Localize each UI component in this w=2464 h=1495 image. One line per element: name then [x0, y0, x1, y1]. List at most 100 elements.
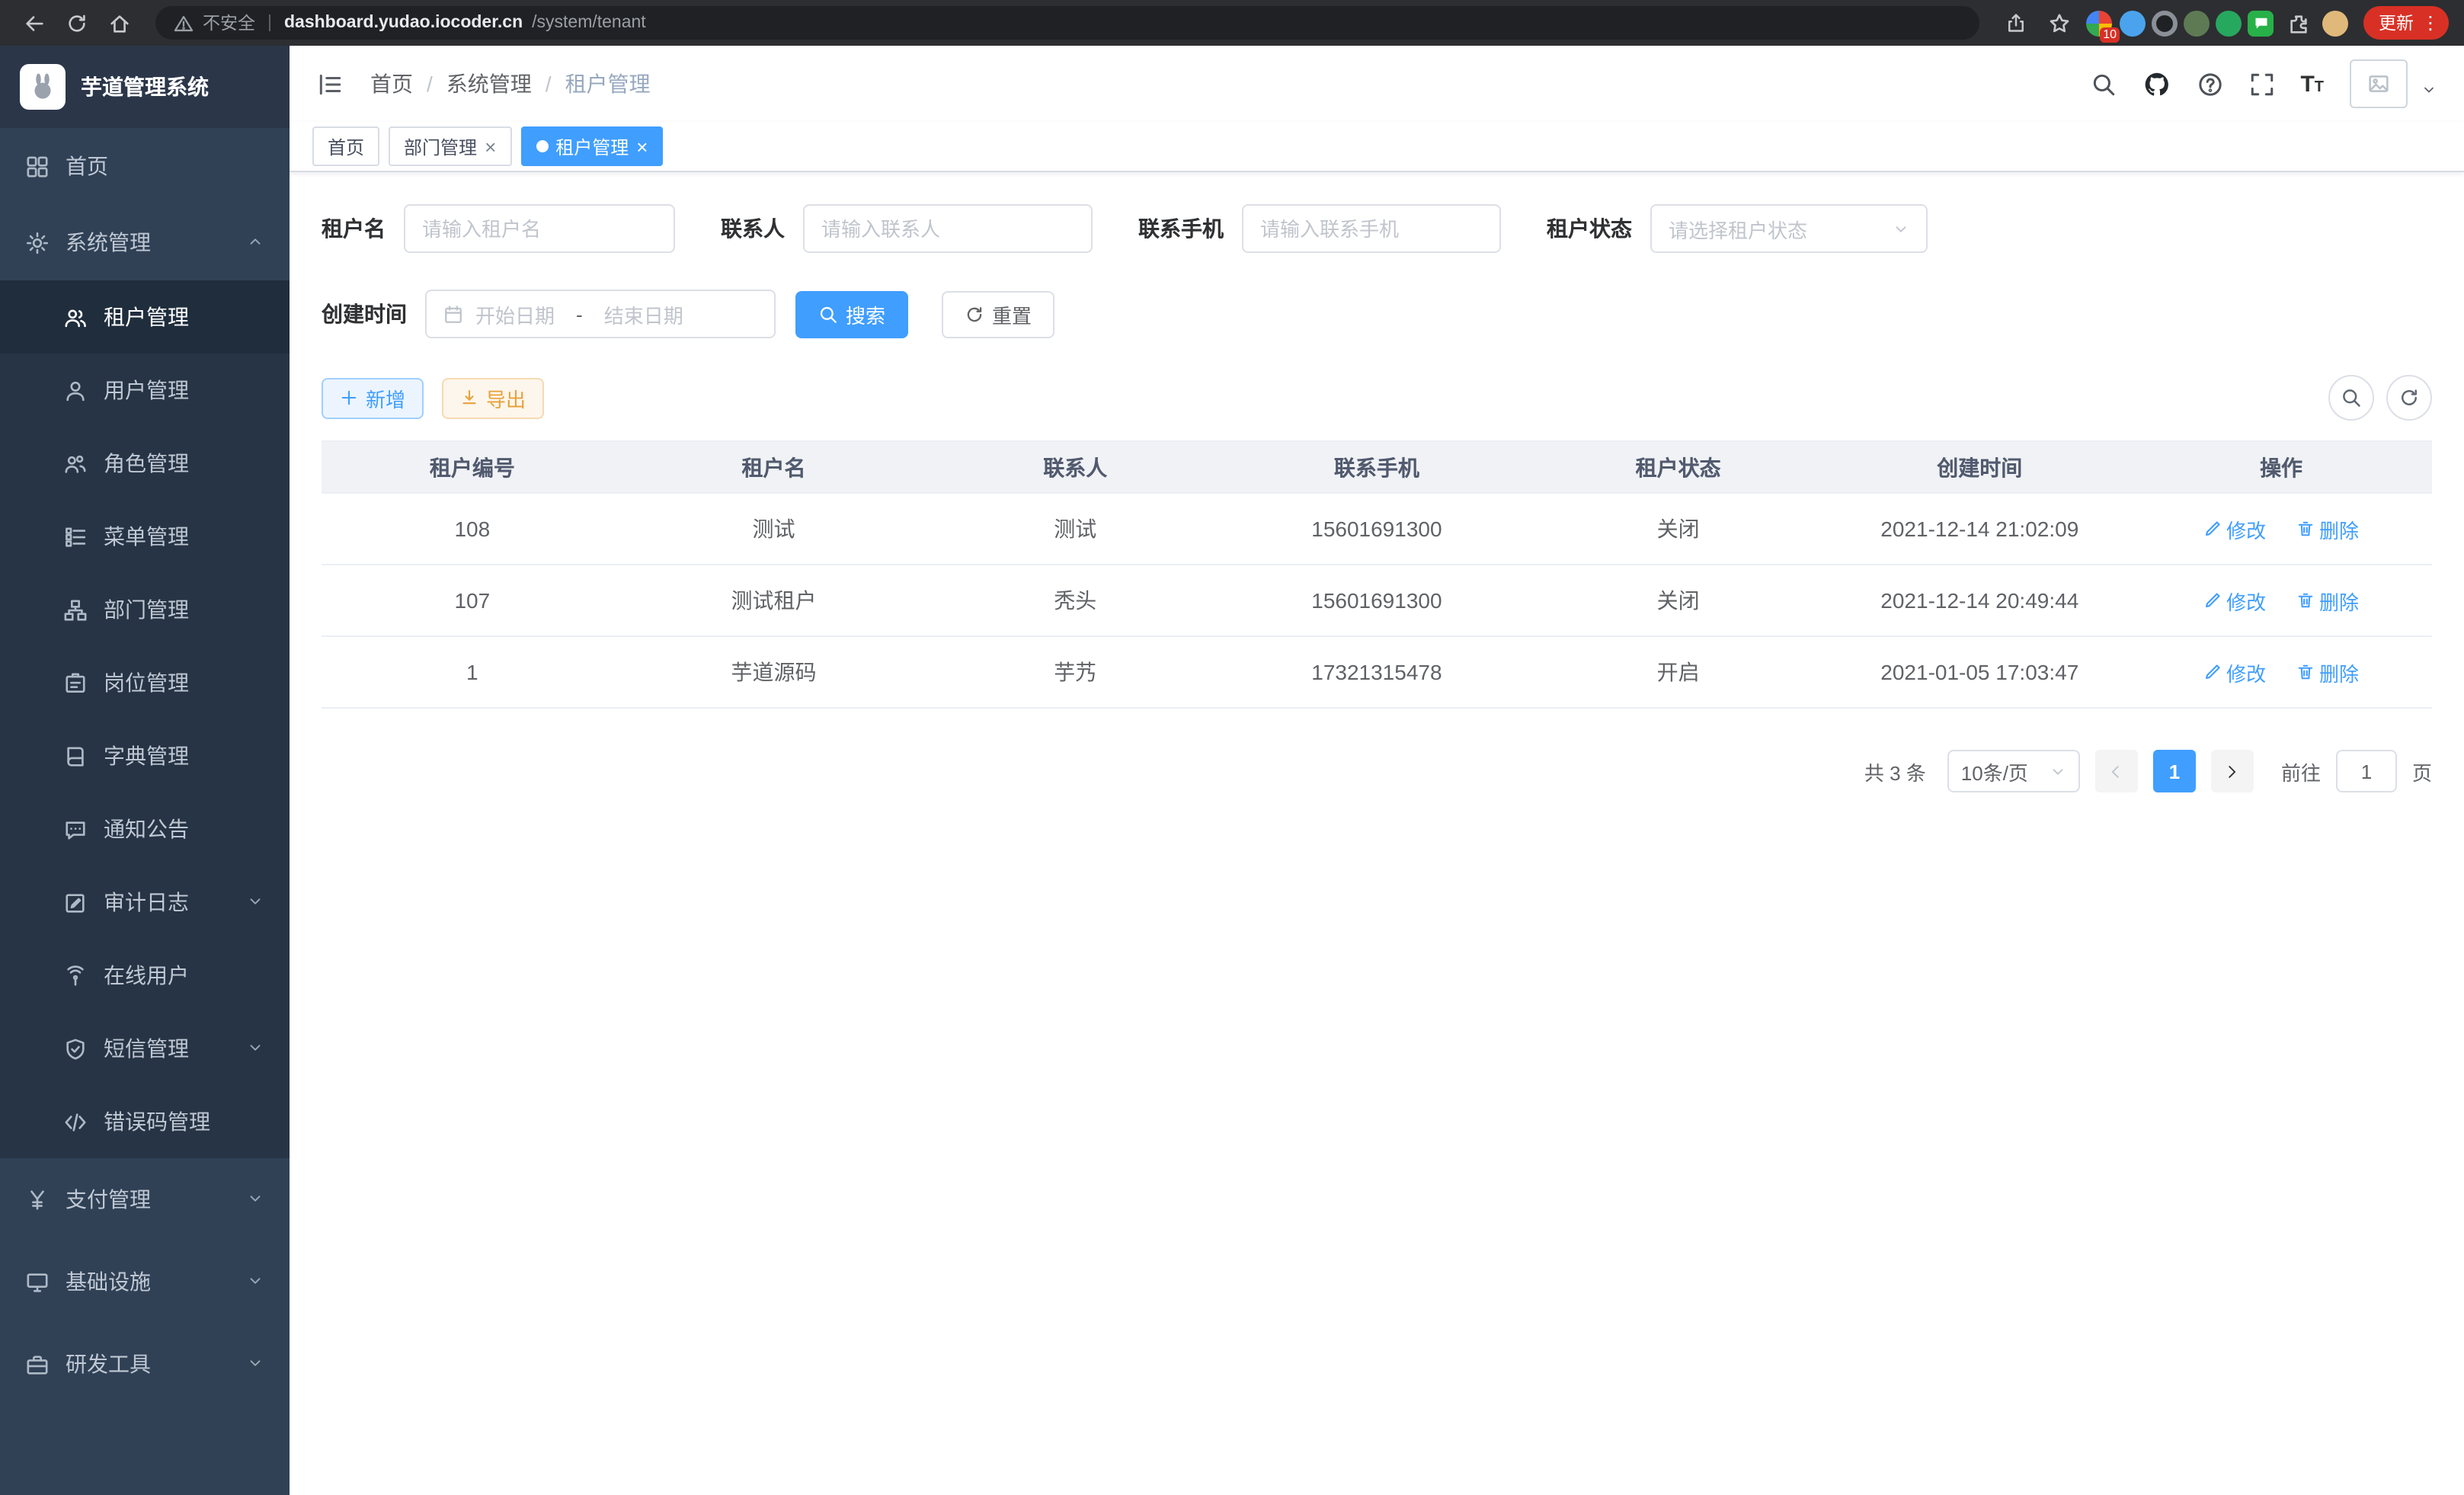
- omnibox-divider: |: [267, 14, 272, 32]
- tabs-bar: 首页 部门管理 × 租户管理 ×: [290, 122, 2464, 172]
- add-button[interactable]: 新增: [322, 377, 424, 418]
- breadcrumb-home[interactable]: 首页: [370, 69, 413, 99]
- tenant-name-input[interactable]: [422, 217, 657, 240]
- search-icon[interactable]: [2090, 71, 2116, 97]
- pagination: 共 3 条 10条/页 1 前往 页: [322, 750, 2432, 792]
- contact-input[interactable]: [821, 217, 1074, 240]
- sidebar-item-role[interactable]: 角色管理: [0, 427, 290, 500]
- extension-blue-icon[interactable]: [2120, 10, 2146, 36]
- sidebar-item-payment[interactable]: 支付管理: [0, 1158, 290, 1240]
- not-secure-warning-icon[interactable]: [174, 13, 194, 33]
- collapse-sidebar-icon[interactable]: [317, 71, 343, 97]
- edit-link[interactable]: 修改: [2203, 658, 2266, 687]
- sidebar-item-online-user[interactable]: 在线用户: [0, 939, 290, 1012]
- sidebar-item-audit-log[interactable]: 审计日志: [0, 866, 290, 939]
- tab-close-icon[interactable]: ×: [485, 136, 496, 156]
- back-icon[interactable]: [15, 5, 52, 41]
- delete-label: 删除: [2319, 586, 2359, 615]
- tenant-name-field: [404, 204, 675, 253]
- reload-icon[interactable]: [58, 5, 94, 41]
- help-icon[interactable]: [2197, 71, 2222, 97]
- edit-link[interactable]: 修改: [2203, 586, 2266, 615]
- refresh-button[interactable]: [2386, 375, 2432, 421]
- add-button-label: 新增: [366, 383, 405, 412]
- fullscreen-icon[interactable]: [2248, 71, 2274, 97]
- cell-tenant-id: 1: [322, 636, 623, 708]
- chevron-down-icon: [1893, 220, 1909, 237]
- sidebar-item-user[interactable]: 用户管理: [0, 354, 290, 427]
- sidebar-item-dict[interactable]: 字典管理: [0, 719, 290, 792]
- phone-label: 联系手机: [1138, 213, 1224, 244]
- update-button[interactable]: 更新 ⋮: [2363, 6, 2449, 40]
- breadcrumb-separator: /: [546, 72, 552, 96]
- caret-down-icon[interactable]: [2421, 78, 2437, 108]
- tenant-status-select[interactable]: 请选择租户状态: [1650, 204, 1928, 253]
- sidebar-item-error-code[interactable]: 错误码管理: [0, 1085, 290, 1158]
- sidebar-item-home[interactable]: 首页: [0, 128, 290, 204]
- cell-created: 2021-01-05 17:03:47: [1829, 636, 2130, 708]
- end-date-placeholder: 结束日期: [604, 299, 683, 328]
- sidebar-item-sms[interactable]: 短信管理: [0, 1012, 290, 1085]
- goto-page-input[interactable]: [2336, 750, 2397, 792]
- page-number-1[interactable]: 1: [2153, 750, 2196, 792]
- delete-link[interactable]: 删除: [2296, 658, 2359, 687]
- search-button[interactable]: 搜索: [795, 290, 908, 338]
- export-button[interactable]: 导出: [442, 377, 544, 418]
- share-icon[interactable]: [1998, 5, 2034, 41]
- address-bar[interactable]: 不安全 | dashboard.yudao.iocoder.cn /system…: [155, 6, 1979, 40]
- sidebar-item-infrastructure[interactable]: 基础设施: [0, 1240, 290, 1323]
- date-separator: -: [576, 303, 583, 325]
- extension-colorful-icon[interactable]: 10: [2083, 8, 2114, 38]
- extensions-puzzle-icon[interactable]: [2280, 5, 2316, 41]
- create-time-range-picker[interactable]: 开始日期 - 结束日期: [425, 290, 776, 338]
- prev-page-button[interactable]: [2095, 750, 2138, 792]
- col-contact: 联系人: [924, 441, 1226, 493]
- bookmark-star-icon[interactable]: [2040, 5, 2077, 41]
- tab-label: 租户管理: [555, 133, 629, 159]
- cell-contact: 测试: [924, 493, 1226, 565]
- sidebar-item-dept[interactable]: 部门管理: [0, 573, 290, 646]
- browser-profile-avatar[interactable]: [2322, 10, 2348, 36]
- tab-tenant[interactable]: 租户管理 ×: [520, 126, 663, 166]
- sidebar-item-menu[interactable]: 菜单管理: [0, 500, 290, 573]
- sidebar-logo[interactable]: 芋道管理系统: [0, 46, 290, 128]
- breadcrumb-system[interactable]: 系统管理: [446, 69, 532, 99]
- next-page-button[interactable]: [2211, 750, 2254, 792]
- page-size-select[interactable]: 10条/页: [1947, 750, 2080, 792]
- reset-button[interactable]: 重置: [942, 290, 1054, 338]
- delete-link[interactable]: 删除: [2296, 586, 2359, 615]
- delete-link[interactable]: 删除: [2296, 514, 2359, 543]
- sidebar-item-notice[interactable]: 通知公告: [0, 792, 290, 866]
- extension-olive-icon[interactable]: [2184, 10, 2210, 36]
- edit-link[interactable]: 修改: [2203, 514, 2266, 543]
- sidebar-item-tenant[interactable]: 租户管理: [0, 280, 290, 354]
- sidebar-item-system[interactable]: 系统管理: [0, 204, 290, 280]
- sidebar-item-dev-tools[interactable]: 研发工具: [0, 1323, 290, 1405]
- sidebar-item-label: 菜单管理: [104, 521, 264, 552]
- extension-chat-icon[interactable]: [2248, 10, 2274, 36]
- chevron-down-icon: [247, 890, 264, 914]
- app-header: 首页 / 系统管理 / 租户管理 TT: [290, 46, 2464, 122]
- github-icon[interactable]: [2142, 69, 2171, 98]
- avatar[interactable]: [2350, 59, 2408, 108]
- tab-home[interactable]: 首页: [312, 126, 379, 166]
- toggle-search-button[interactable]: [2328, 375, 2374, 421]
- sidebar-item-post[interactable]: 岗位管理: [0, 646, 290, 719]
- yen-icon: [26, 1188, 49, 1211]
- browser-menu-icon[interactable]: ⋮: [2421, 12, 2440, 34]
- sidebar-item-label: 系统管理: [66, 227, 230, 258]
- breadcrumb-separator: /: [427, 72, 433, 96]
- chat-bubble-icon: [64, 818, 87, 840]
- cell-created: 2021-12-14 20:49:44: [1829, 565, 2130, 636]
- url-host: dashboard.yudao.iocoder.cn: [284, 14, 523, 32]
- phone-input[interactable]: [1260, 217, 1483, 240]
- not-secure-label: 不安全: [203, 11, 255, 35]
- extension-dark-icon[interactable]: [2152, 10, 2178, 36]
- tab-close-icon[interactable]: ×: [636, 136, 648, 156]
- font-size-icon[interactable]: TT: [2300, 71, 2324, 97]
- tab-label: 首页: [328, 133, 364, 159]
- extension-green-icon[interactable]: [2216, 10, 2242, 36]
- active-dot: [536, 140, 548, 152]
- tab-dept[interactable]: 部门管理 ×: [389, 126, 511, 166]
- home-icon[interactable]: [101, 5, 137, 41]
